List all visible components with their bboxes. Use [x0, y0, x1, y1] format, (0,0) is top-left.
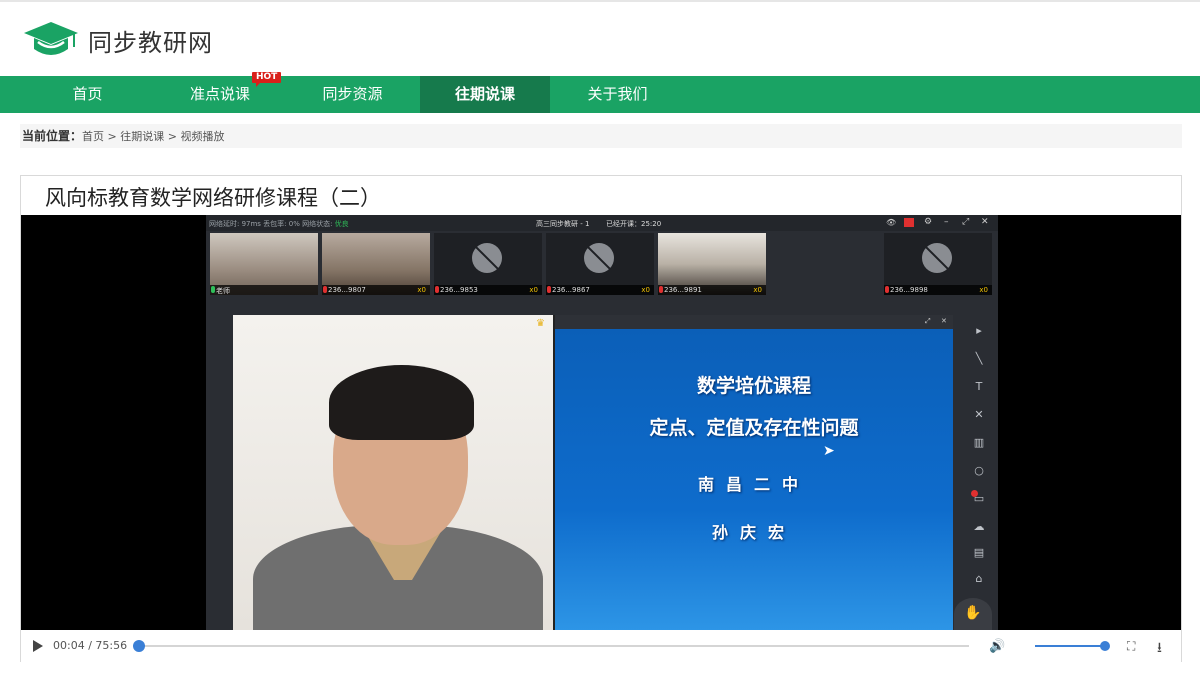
slide-line-3: 南昌二中 [697, 475, 810, 494]
mic-icon [211, 286, 215, 293]
participant-id: 236...9807 [328, 286, 366, 294]
duration: 75:56 [95, 639, 128, 652]
camera-off-icon [584, 243, 614, 273]
slide-header-bar: ⤢ ✕ [555, 315, 953, 329]
mic-icon [435, 286, 439, 293]
main-stage: ♛ ⤢ ✕ 数学培优课程 定点、定值及存在性问题 南昌二中 孙庆宏 ➤ [233, 315, 953, 630]
text-tool-icon: T [975, 380, 983, 393]
nav-item-sync-resources[interactable]: 同步资源 [295, 76, 410, 113]
volume-knob[interactable] [1100, 641, 1110, 651]
nav-item-home[interactable]: 首页 [30, 76, 145, 113]
cloud-icon: ☁ [973, 520, 985, 533]
participant-tile: 236...9867 x0 [546, 233, 654, 295]
network-quality: 优良 [334, 220, 349, 228]
participant-tile: 236...9853 x0 [434, 233, 542, 295]
top-border [0, 0, 1200, 2]
mic-icon [323, 286, 327, 293]
participant-tile: 老师 [210, 233, 318, 295]
volume-slider[interactable] [1035, 641, 1110, 651]
participant-id: 236...9891 [664, 286, 702, 294]
gear-icon: ⚙ [924, 217, 933, 227]
close-icon: ✕ [941, 317, 947, 325]
hot-badge: HOT [252, 72, 282, 87]
participant-strip: 老师 236...9807 x0 236...9853 x0 236...9867 x… [210, 233, 994, 297]
notification-badge [971, 490, 978, 497]
slide-line-2: 定点、定值及存在性问题 [649, 417, 859, 439]
elapsed-time: 已经开课：25:20 [606, 220, 662, 228]
trophy-count: x0 [753, 286, 762, 294]
breadcrumb-home[interactable]: 首页 [82, 130, 104, 143]
trophy-count: x0 [641, 286, 650, 294]
close-icon: ✕ [981, 217, 989, 227]
participant-tile: 236...9807 x0 [322, 233, 430, 295]
expand-icon: ⤢ [962, 217, 970, 227]
slide-line-4: 孙庆宏 [711, 523, 796, 542]
meeting-recording: 网络延时: 97ms 丢包率: 0% 网络状态: 优良 高三同步教研 - 1 已… [206, 215, 998, 630]
participant-id: 236...9898 [890, 286, 928, 294]
pen-tool-icon: ╲ [975, 352, 983, 365]
time-display: 00:04 / 75:56 [53, 639, 128, 652]
graduation-cap-icon [24, 22, 78, 55]
fullscreen-icon[interactable]: ⛶ [1127, 639, 1135, 654]
download-icon[interactable]: ⭳ [1157, 637, 1162, 661]
eraser-tool-icon: ✕ [974, 408, 984, 421]
volume-fill [1035, 645, 1105, 647]
users-icon: ⌂ [975, 572, 983, 585]
camera-off-icon [922, 243, 952, 273]
mouse-cursor-icon: ➤ [823, 443, 835, 459]
participant-tile: 236...9898 x0 [884, 233, 992, 295]
mic-icon [659, 286, 663, 293]
whiteboard-toolbar: ▸ ╲ T ✕ ▥ ○ ▭ ☁ ▤ ⌂ [966, 320, 992, 600]
breadcrumb-prefix: 当前位置： [22, 129, 83, 143]
participant-tile: 236...9891 x0 [658, 233, 766, 295]
trophy-count: x0 [529, 286, 538, 294]
presentation-slide: 数学培优课程 定点、定值及存在性问题 南昌二中 孙庆宏 ➤ [555, 329, 953, 630]
meeting-status-bar: 网络延时: 97ms 丢包率: 0% 网络状态: 优良 高三同步教研 - 1 已… [206, 215, 998, 231]
breadcrumb-past-lessons[interactable]: 往期说课 [120, 130, 164, 143]
mic-icon [885, 286, 889, 293]
speaker-hair [329, 365, 474, 440]
participant-id: 236...9867 [552, 286, 590, 294]
play-button[interactable] [33, 640, 43, 652]
participant-id: 老师 [216, 287, 230, 295]
course-title: 风向标教育数学网络研修课程（二） [45, 186, 381, 210]
progress-knob[interactable] [133, 640, 145, 652]
eye-icon: 👁 [886, 218, 897, 227]
site-logo[interactable]: 同步教研网 [20, 18, 213, 62]
room-title: 高三同步教研 - 1 [536, 220, 590, 228]
breadcrumb-current: 视频播放 [180, 130, 225, 143]
trash-icon: ▥ [973, 436, 985, 449]
slide-line-1: 数学培优课程 [696, 375, 811, 397]
record-icon [904, 218, 914, 227]
minimize-icon: – [944, 217, 949, 227]
breadcrumb: 当前位置：首页 > 往期说课 > 视频播放 [20, 124, 1182, 148]
trophy-count: x0 [979, 286, 988, 294]
participant-id: 236...9853 [440, 286, 478, 294]
mic-icon [547, 286, 551, 293]
pointer-tool-icon: ▸ [976, 324, 982, 337]
shape-tool-icon: ○ [974, 464, 984, 477]
volume-icon[interactable]: 🔊 [989, 639, 1005, 654]
speaker-video [233, 315, 553, 630]
nav-item-about[interactable]: 关于我们 [560, 76, 675, 113]
crown-icon: ♛ [536, 318, 545, 329]
chat-icon: ▭ [966, 488, 992, 510]
expand-icon: ⤢ [925, 317, 931, 325]
site-name: 同步教研网 [88, 28, 213, 57]
player-controls: 00:04 / 75:56 🔊 ⛶ ⭳ [21, 630, 1181, 662]
breadcrumb-sep: > [164, 130, 181, 143]
current-time: 00:04 [53, 639, 85, 652]
camera-off-icon [472, 243, 502, 273]
raise-hand-icon: ✋ [954, 598, 992, 630]
breadcrumb-sep: > [104, 130, 121, 143]
video-frame[interactable]: 网络延时: 97ms 丢包率: 0% 网络状态: 优良 高三同步教研 - 1 已… [21, 215, 1181, 630]
progress-bar[interactable] [133, 640, 969, 652]
trophy-count: x0 [417, 286, 426, 294]
network-status: 网络延时: 97ms 丢包率: 0% 网络状态: [209, 220, 335, 228]
nav-item-past-lessons[interactable]: 往期说课 [420, 76, 550, 113]
main-nav: 首页 准点说课 同步资源 往期说课 关于我们 [0, 76, 1200, 113]
briefcase-icon: ▤ [973, 546, 985, 559]
